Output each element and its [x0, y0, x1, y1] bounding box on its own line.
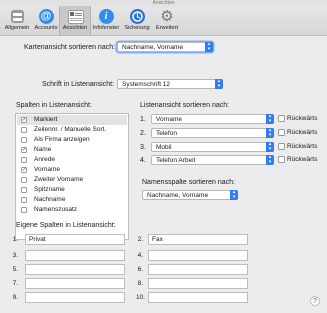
reverse-label: Rückwärts: [287, 115, 318, 122]
tab-ansichten-label: Ansichten: [62, 25, 88, 31]
sort-row-number: 1.: [140, 116, 146, 123]
backup-icon: [129, 9, 145, 24]
list-item[interactable]: Name: [17, 145, 127, 155]
custom-col-field-4[interactable]: [148, 250, 248, 261]
list-item[interactable]: Zweiter Vorname: [17, 175, 127, 185]
toolbar: Allgemein @ Accounts Ansichten i Infofen…: [0, 6, 327, 36]
checkbox[interactable]: [21, 127, 27, 133]
tab-sicherung[interactable]: Sicherung: [122, 6, 152, 35]
gear-icon: ⚙: [160, 8, 174, 25]
reverse-checkbox-3[interactable]: [278, 143, 285, 150]
tab-accounts-label: Accounts: [34, 25, 58, 31]
custom-col-number: 2.: [137, 236, 143, 243]
reverse-checkbox-4[interactable]: [278, 156, 285, 163]
card-sort-value: Nachname, Vorname: [122, 44, 184, 51]
sort-field-popup-2[interactable]: Telefon ▴ ▾: [151, 128, 274, 138]
reverse-checkbox-1[interactable]: [278, 115, 285, 122]
chevron-updown-icon: ▴ ▾: [205, 42, 213, 52]
chevron-updown-icon: ▴ ▾: [266, 114, 274, 124]
name-col-sort-value: Nachname, Vorname: [147, 192, 209, 199]
tab-accounts[interactable]: @ Accounts: [31, 6, 61, 35]
list-item[interactable]: Namenszusatz: [17, 205, 127, 215]
sort-row-number: 3.: [140, 144, 146, 151]
custom-col-field-9[interactable]: [25, 292, 125, 303]
card-sort-popup[interactable]: Nachname, Vorname ▴ ▾: [117, 42, 213, 52]
checkbox[interactable]: [21, 165, 27, 175]
sort-field-popup-3[interactable]: Mobil ▴ ▾: [151, 142, 274, 152]
reverse-label: Rückwärts: [287, 156, 318, 163]
list-item[interactable]: Spitzname: [17, 185, 127, 195]
checkbox[interactable]: [21, 207, 27, 213]
tab-infofenster[interactable]: i Infofenster: [91, 6, 121, 35]
at-sign-icon: @: [38, 9, 54, 24]
custom-col-number: 3.: [12, 252, 18, 259]
reverse-label: Rückwärts: [287, 129, 318, 136]
checkbox[interactable]: [21, 187, 27, 193]
name-col-sort-popup[interactable]: Nachname, Vorname ▴ ▾: [142, 190, 238, 200]
custom-col-field-2[interactable]: Fax: [148, 234, 248, 245]
card-sort-label: Kartenansicht sortieren nach:: [24, 44, 116, 51]
tab-erweitert[interactable]: ⚙ Erweitert: [152, 6, 182, 35]
custom-col-field-8[interactable]: [148, 278, 248, 289]
checkbox[interactable]: [21, 197, 27, 203]
checkbox[interactable]: [21, 115, 27, 125]
font-popup[interactable]: Systemschrift 12 ▴ ▾: [117, 79, 223, 89]
reverse-label: Rückwärts: [287, 143, 318, 150]
list-sort-heading: Listenansicht sortieren nach:: [140, 102, 230, 109]
custom-col-number: 6.: [137, 266, 143, 273]
custom-col-field-6[interactable]: [148, 264, 248, 275]
tab-ansichten[interactable]: Ansichten: [59, 6, 91, 35]
list-item[interactable]: Als Firma anzeigen: [17, 135, 127, 145]
checkbox[interactable]: [21, 137, 27, 143]
sort-row-number: 2.: [140, 130, 146, 137]
custom-col-field-1[interactable]: Privat: [25, 234, 125, 245]
info-icon: i: [98, 9, 114, 24]
chevron-updown-icon: ▴ ▾: [266, 142, 274, 152]
switch-icon: [10, 10, 24, 23]
tab-infofenster-label: Infofenster: [92, 25, 120, 31]
custom-col-field-7[interactable]: [25, 278, 125, 289]
sort-field-popup-1[interactable]: Vorname ▴ ▾: [151, 114, 274, 124]
custom-col-number: 5.: [12, 266, 18, 273]
checkbox[interactable]: [21, 157, 27, 163]
list-item[interactable]: Zeilennr. / Manuelle Sort.: [17, 125, 127, 135]
list-item[interactable]: Nachname: [17, 195, 127, 205]
checkbox[interactable]: [21, 145, 27, 155]
custom-col-number: 10.: [135, 294, 145, 301]
columns-list[interactable]: Markiert Zeilennr. / Manuelle Sort. Als …: [15, 113, 129, 240]
custom-col-field-3[interactable]: [25, 250, 125, 261]
list-item[interactable]: Anrede: [17, 155, 127, 165]
tab-allgemein-label: Allgemein: [4, 25, 30, 31]
custom-col-number: 9.: [12, 294, 18, 301]
columns-heading: Spalten in Listenansicht:: [16, 102, 92, 109]
chevron-updown-icon: ▴ ▾: [230, 190, 238, 200]
sort-row-number: 4.: [140, 157, 146, 164]
custom-col-number: 7.: [12, 280, 18, 287]
tab-sicherung-label: Sicherung: [124, 25, 150, 31]
custom-col-number: 4.: [137, 252, 143, 259]
chevron-updown-icon: ▴ ▾: [266, 128, 274, 138]
list-item[interactable]: Vorname: [17, 165, 127, 175]
view-icon: [68, 10, 84, 24]
reverse-checkbox-2[interactable]: [278, 129, 285, 136]
font-label: Schrift in Listenansicht:: [42, 81, 114, 88]
tab-erweitert-label: Erweitert: [155, 25, 179, 31]
sort-field-popup-4[interactable]: Telefon Arbeit ▴ ▾: [151, 155, 274, 165]
help-button[interactable]: ?: [310, 296, 320, 306]
checkbox[interactable]: [21, 177, 27, 183]
name-col-sort-label: Namensspalte sortieren nach:: [142, 179, 235, 186]
custom-col-number: 1.: [12, 236, 18, 243]
list-item[interactable]: Markiert: [17, 115, 127, 125]
tab-allgemein[interactable]: Allgemein: [2, 6, 32, 35]
font-value: Systemschrift 12: [122, 81, 171, 88]
custom-cols-heading: Eigene Spalten in Listenansicht:: [16, 222, 116, 229]
custom-col-field-10[interactable]: [148, 292, 248, 303]
custom-col-number: 8.: [137, 280, 143, 287]
chevron-updown-icon: ▴ ▾: [266, 155, 274, 165]
chevron-updown-icon: ▴ ▾: [215, 79, 223, 89]
custom-col-field-5[interactable]: [25, 264, 125, 275]
